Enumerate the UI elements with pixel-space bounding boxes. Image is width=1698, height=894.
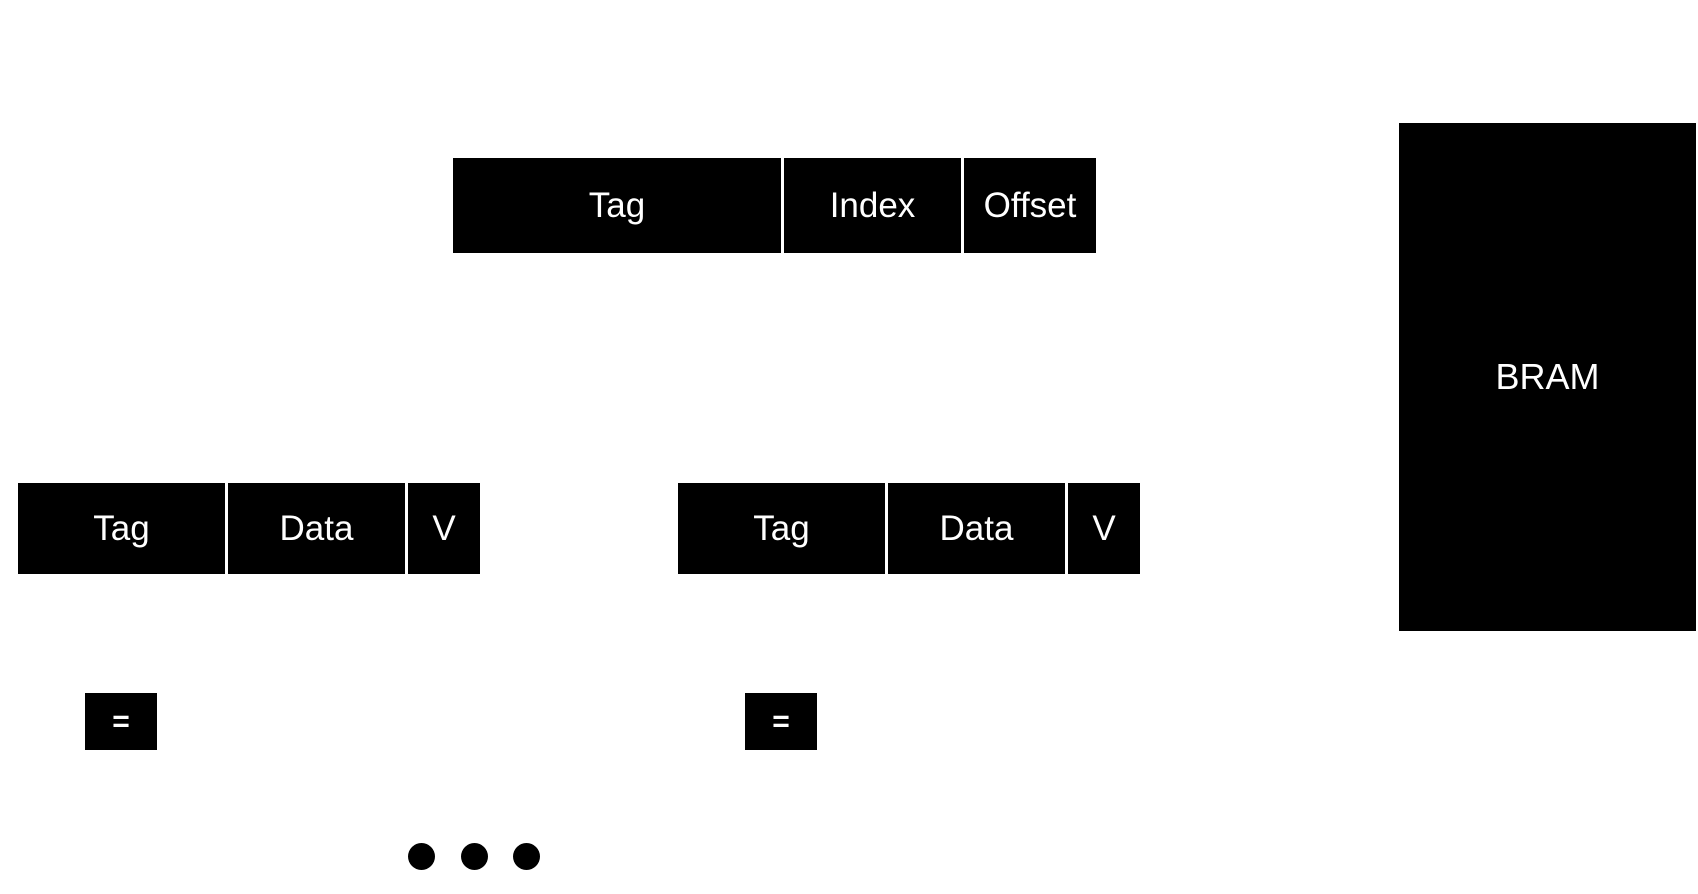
ellipsis-dot — [408, 843, 435, 870]
cache-line-data-label: Data — [939, 508, 1014, 548]
bram-block: BRAM — [1399, 123, 1696, 631]
comparator-symbol: = — [772, 704, 790, 738]
cache-line-data-label: Data — [279, 508, 354, 548]
ellipsis-dot — [513, 843, 540, 870]
cache-line-tag-label: Tag — [93, 508, 150, 548]
cache-line-valid-field: V — [1068, 483, 1140, 574]
ellipsis-dot — [461, 843, 488, 870]
cache-line-tag-label: Tag — [753, 508, 810, 548]
tag-comparator-1: = — [85, 693, 157, 750]
address-tag-label: Tag — [588, 185, 646, 225]
cache-line-valid-label: V — [1092, 508, 1116, 548]
address-tag-field: Tag — [453, 158, 781, 253]
tag-comparator-2: = — [745, 693, 817, 750]
cache-line-valid-label: V — [432, 508, 456, 548]
address-offset-field: Offset — [964, 158, 1096, 253]
cache-line-tag-field: Tag — [678, 483, 885, 574]
address-index-label: Index — [829, 185, 916, 225]
comparator-symbol: = — [112, 704, 130, 738]
address-index-field: Index — [784, 158, 961, 253]
cache-line-data-field: Data — [228, 483, 405, 574]
bram-label: BRAM — [1495, 356, 1600, 397]
cache-line-tag-field: Tag — [18, 483, 225, 574]
cache-line-valid-field: V — [408, 483, 480, 574]
address-offset-label: Offset — [983, 185, 1077, 225]
cache-line-data-field: Data — [888, 483, 1065, 574]
